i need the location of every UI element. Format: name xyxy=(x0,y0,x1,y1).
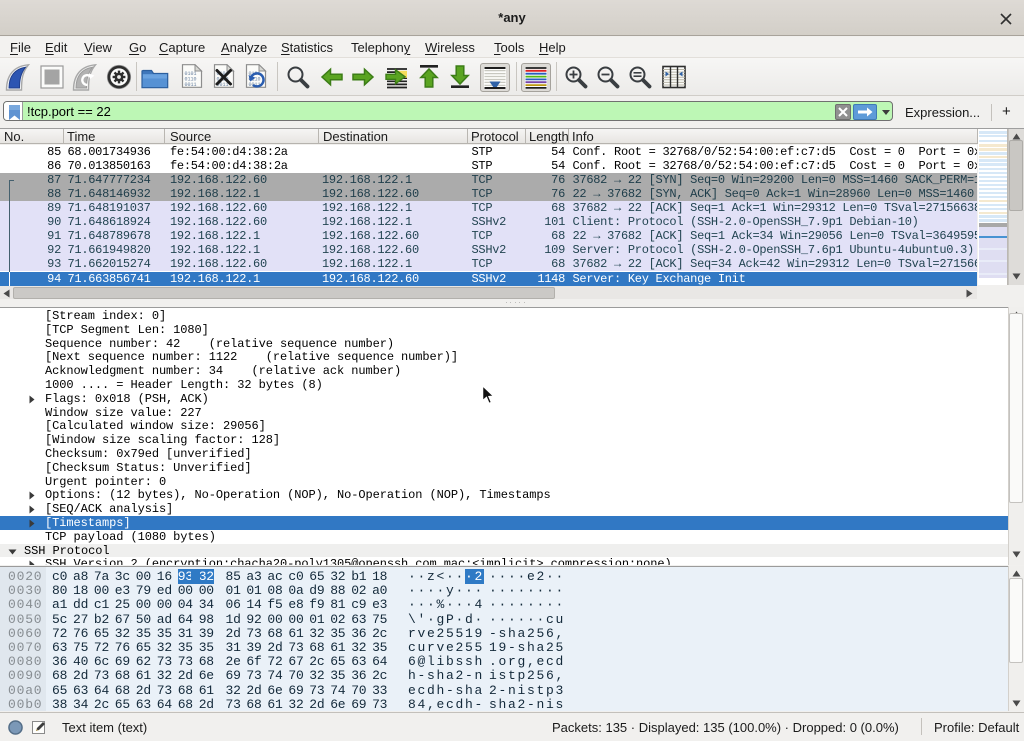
svg-text:0011: 0011 xyxy=(185,82,197,88)
